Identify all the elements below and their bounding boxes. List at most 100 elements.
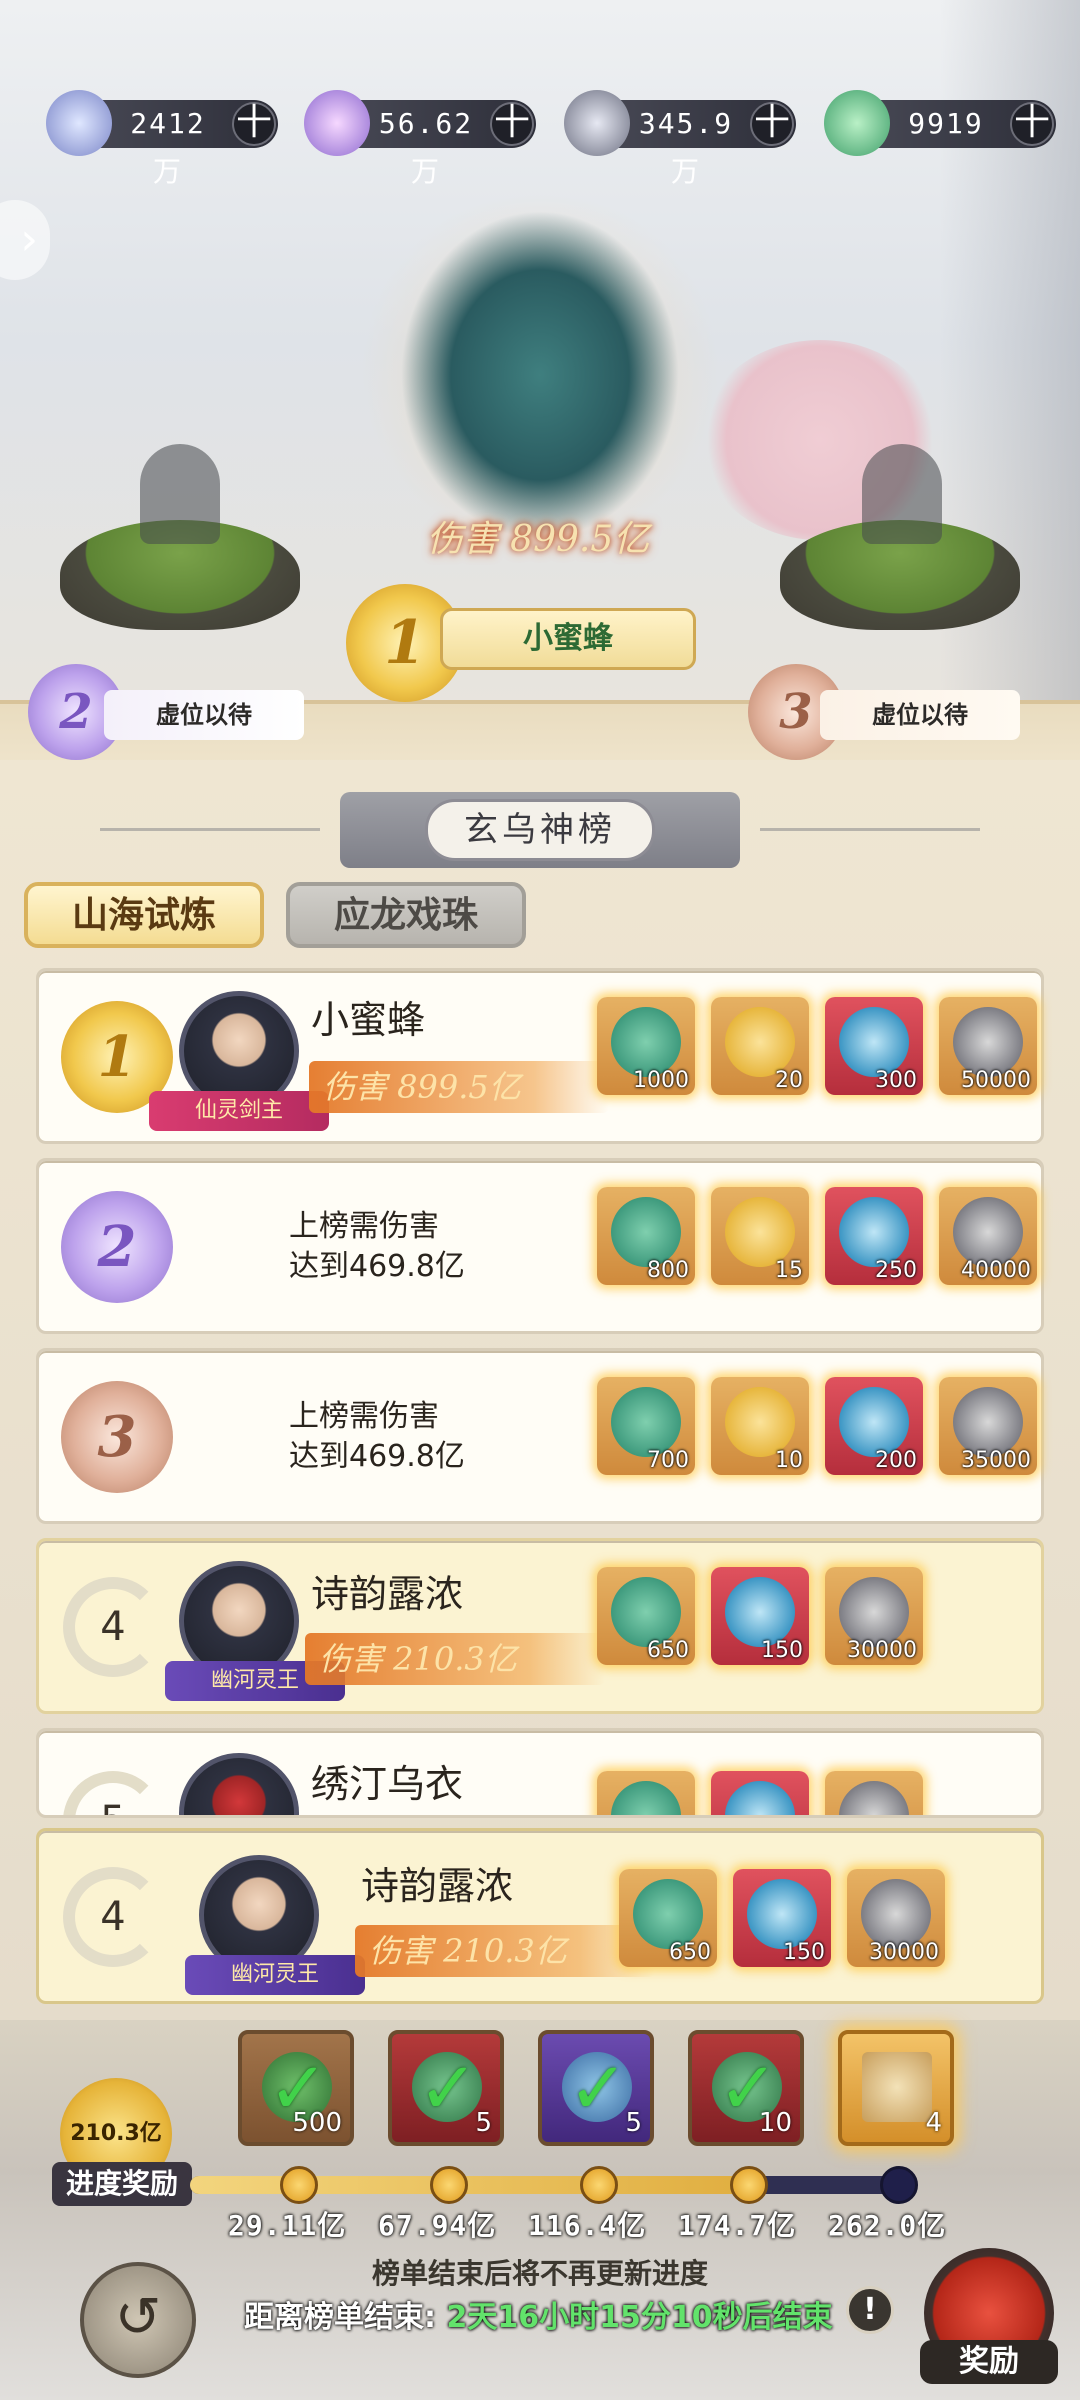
reward-item[interactable]: 15 (711, 1187, 809, 1285)
my-rank-row[interactable]: 4 幽河灵王 诗韵露浓 伤害 210.3亿 650 150 30000 (36, 1828, 1044, 2004)
player-name: 诗韵露浓 (361, 1864, 514, 1908)
silhouette-right (862, 444, 942, 544)
add-resource-button[interactable]: 十 (490, 102, 534, 146)
reward-item[interactable]: 50000 (939, 997, 1037, 1095)
resource-1: 2412万 十 (46, 90, 278, 188)
reward-list: 1000 20 300 50000 (597, 997, 1037, 1095)
rank-2-medal: 2 (61, 1191, 173, 1303)
leaderboard-row-4[interactable]: 4 幽河灵王 诗韵露浓 伤害 210.3亿 650 150 30000 (36, 1538, 1044, 1714)
rank-requirement: 上榜需伤害 达到469.8亿 (289, 1207, 465, 1287)
yin-yang-icon (725, 1781, 795, 1815)
leaderboard-row-5[interactable]: 5 绣汀乌衣 (36, 1728, 1044, 1818)
rank-4-badge: 4 (63, 1577, 163, 1677)
podium-second-label: 虚位以待 (104, 690, 304, 740)
reward-item[interactable] (711, 1771, 809, 1815)
yin-yang-icon (725, 1577, 795, 1647)
reward-count: 35000 (961, 1448, 1031, 1473)
countdown-timer: 距离榜单结束: 2天16小时15分10秒后结束 (244, 2292, 833, 2336)
crystal-icon (304, 90, 370, 156)
avatar[interactable] (179, 1753, 299, 1815)
rank-3-medal: 3 (61, 1381, 173, 1493)
rewards-button[interactable]: 奖励 (920, 2248, 1058, 2384)
add-resource-button[interactable]: 十 (232, 102, 276, 146)
reward-count: 40000 (961, 1258, 1031, 1283)
progress-chest-5[interactable]: 4 (838, 2030, 954, 2146)
reward-item[interactable] (825, 1771, 923, 1815)
player-name: 小蜜蜂 (311, 998, 426, 1042)
reward-item[interactable]: 40000 (939, 1187, 1037, 1285)
beast-mask-icon (839, 1577, 909, 1647)
spirit-orb-icon (46, 90, 112, 156)
reward-count: 700 (647, 1448, 689, 1473)
silhouette-left (140, 444, 220, 544)
resource-2: 56.62万 十 (304, 90, 536, 188)
reward-item[interactable]: 150 (711, 1567, 809, 1665)
rank-4-badge: 4 (63, 1867, 163, 1967)
leaderboard-row-2[interactable]: 2 上榜需伤害 达到469.8亿 800 15 250 40000 (36, 1158, 1044, 1334)
progress-chest-4[interactable]: ✓ 10 (688, 2030, 804, 2146)
reward-item[interactable]: 200 (825, 1377, 923, 1475)
tab-shanhai-trial[interactable]: 山海试炼 (24, 882, 264, 948)
info-icon[interactable]: ! (846, 2286, 894, 2334)
chest-count: 5 (475, 2108, 492, 2138)
jade-pod-icon (611, 1387, 681, 1457)
resource-value: 345.9万 (638, 107, 734, 188)
progress-node-2 (430, 2166, 468, 2204)
reward-item[interactable]: 650 (619, 1869, 717, 1967)
reward-list: 700 10 200 35000 (597, 1377, 1037, 1475)
rewards-button-label: 奖励 (920, 2340, 1058, 2384)
back-button[interactable]: ↺ (80, 2262, 196, 2378)
chest-count: 10 (758, 2108, 792, 2138)
board-title-banner: 玄乌神榜 (340, 792, 740, 868)
podium-first-damage: 伤害 899.5亿 (426, 519, 650, 560)
reward-item[interactable]: 20 (711, 997, 809, 1095)
jade-pod-icon (824, 90, 890, 156)
reward-item[interactable]: 700 (597, 1377, 695, 1475)
rank-requirement: 上榜需伤害 达到469.8亿 (289, 1397, 465, 1477)
reward-item[interactable]: 250 (825, 1187, 923, 1285)
reward-list: 800 15 250 40000 (597, 1187, 1037, 1285)
reward-count: 20 (775, 1068, 803, 1093)
progress-node-1 (280, 2166, 318, 2204)
reward-item[interactable] (597, 1771, 695, 1815)
leaderboard-row-3[interactable]: 3 上榜需伤害 达到469.8亿 700 10 200 35000 (36, 1348, 1044, 1524)
banner-line-left (100, 828, 320, 831)
reward-item[interactable]: 35000 (939, 1377, 1037, 1475)
reward-item[interactable]: 650 (597, 1567, 695, 1665)
progress-tick-2: 67.94亿 (378, 2209, 497, 2242)
progress-chest-3[interactable]: ✓ 5 (538, 2030, 654, 2146)
resource-value: 56.62万 (378, 107, 474, 188)
reward-item[interactable]: 150 (733, 1869, 831, 1967)
jade-pod-icon (611, 1197, 681, 1267)
yin-yang-icon (747, 1879, 817, 1949)
reward-item[interactable]: 10 (711, 1377, 809, 1475)
progress-tick-3: 116.4亿 (528, 2209, 647, 2242)
reward-item[interactable]: 300 (825, 997, 923, 1095)
progress-chest-1[interactable]: ✓ 500 (238, 2030, 354, 2146)
chest-count: 500 (292, 2108, 342, 2138)
add-resource-button[interactable]: 十 (750, 102, 794, 146)
chest-count: 5 (625, 2108, 642, 2138)
reward-count: 30000 (847, 1638, 917, 1663)
claimed-check-icon: ✓ (568, 2046, 629, 2130)
banner-line-right (760, 828, 980, 831)
ore-icon (564, 90, 630, 156)
reward-count: 250 (875, 1258, 917, 1283)
leaderboard-row-1[interactable]: 1 仙灵剑主 小蜜蜂 伤害 899.5亿 1000 20 300 50000 (36, 968, 1044, 1144)
beast-mask-icon (953, 1387, 1023, 1457)
add-resource-button[interactable]: 十 (1010, 102, 1054, 146)
player-title-badge: 仙灵剑主 (149, 1091, 329, 1131)
tab-yinglong-pearl[interactable]: 应龙戏珠 (286, 882, 526, 948)
progress-node-3 (580, 2166, 618, 2204)
reward-item[interactable]: 800 (597, 1187, 695, 1285)
reward-item[interactable]: 30000 (825, 1567, 923, 1665)
hero-character[interactable] (400, 210, 680, 540)
reward-list: 650 150 30000 (619, 1869, 945, 1967)
podium-first-name[interactable]: 小蜜蜂 (440, 608, 696, 670)
reward-count: 200 (875, 1448, 917, 1473)
reward-item[interactable]: 30000 (847, 1869, 945, 1967)
progress-tick-4: 174.7亿 (678, 2209, 797, 2242)
progress-chest-2[interactable]: ✓ 5 (388, 2030, 504, 2146)
reward-count: 50000 (961, 1068, 1031, 1093)
reward-item[interactable]: 1000 (597, 997, 695, 1095)
